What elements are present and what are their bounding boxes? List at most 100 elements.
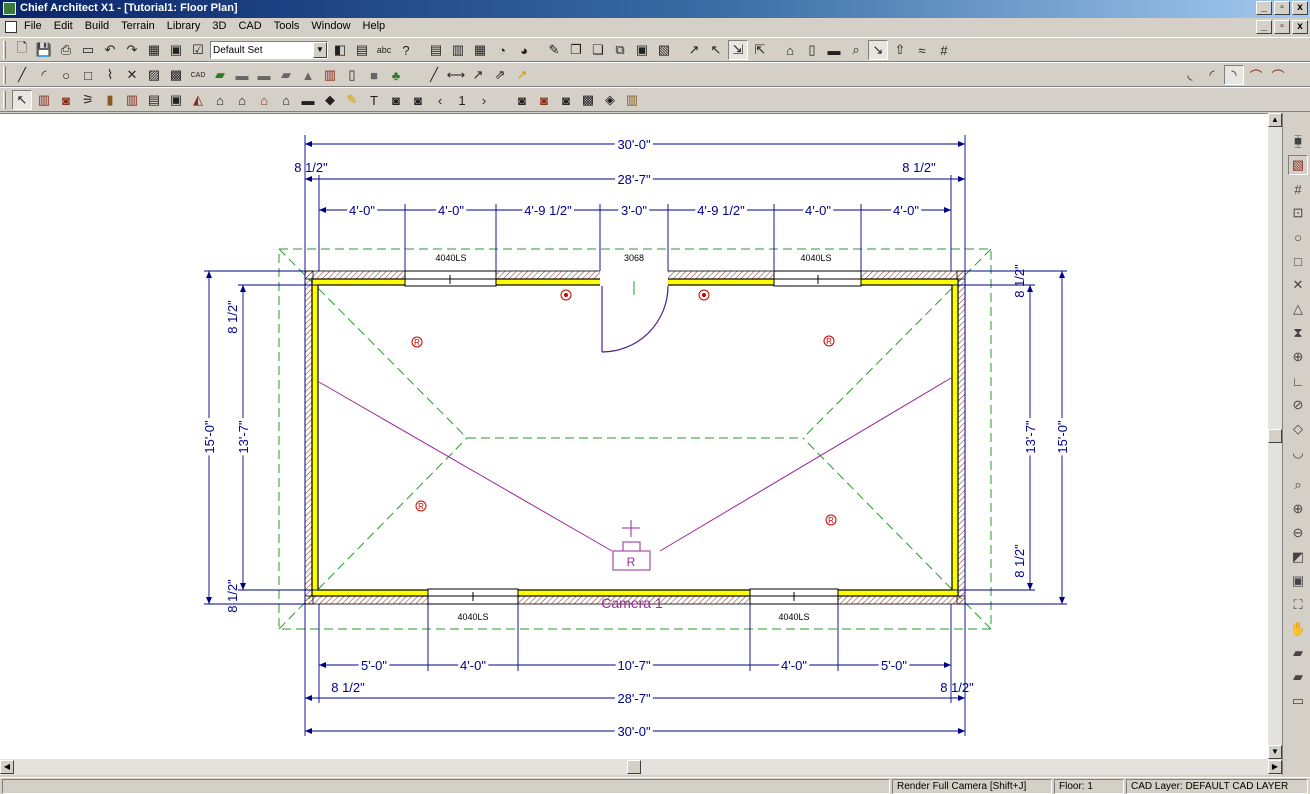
stairs-icon[interactable]: ⚞ bbox=[78, 90, 98, 110]
column-icon[interactable]: ▯ bbox=[342, 65, 362, 85]
fence-icon[interactable]: ▥ bbox=[320, 65, 340, 85]
undo-icon[interactable]: ↶ bbox=[100, 40, 120, 60]
page-view-icon[interactable]: ▭ bbox=[1288, 691, 1308, 711]
window-label-top-right[interactable]: 4040LS bbox=[800, 253, 831, 263]
replace-icon[interactable]: ▧ bbox=[654, 40, 674, 60]
camera-color-icon[interactable]: ◙ bbox=[534, 90, 554, 110]
layer-display-icon[interactable]: ▣ bbox=[166, 40, 186, 60]
circle-icon[interactable]: ○ bbox=[56, 65, 76, 85]
bucket-icon[interactable]: ◡ bbox=[1288, 443, 1308, 463]
hatch-icon[interactable]: ▧ bbox=[1288, 155, 1308, 175]
scroll-down-icon[interactable]: ▼ bbox=[1268, 745, 1282, 759]
window-icon[interactable]: ▥ bbox=[122, 90, 142, 110]
curb-icon[interactable]: ▬ bbox=[254, 65, 274, 85]
copy-icon[interactable]: ❐ bbox=[566, 40, 586, 60]
horizontal-scroll-thumb[interactable] bbox=[627, 760, 641, 774]
electrical-outlets[interactable] bbox=[411, 289, 837, 526]
arrow-double-icon[interactable]: ⇗ bbox=[490, 65, 510, 85]
roof-icon[interactable]: ⌂ bbox=[210, 90, 230, 110]
delete-x-icon[interactable]: ✕ bbox=[122, 65, 142, 85]
page-icon[interactable]: ▯ bbox=[802, 40, 822, 60]
wall-icon[interactable]: ▥ bbox=[34, 90, 54, 110]
fill-icon[interactable]: ▨ bbox=[144, 65, 164, 85]
hourglass-icon[interactable]: ⧗ bbox=[1288, 323, 1308, 343]
materials-icon[interactable]: ▤ bbox=[352, 40, 372, 60]
circle-snap-icon[interactable]: ○ bbox=[1288, 227, 1308, 247]
arc-three-icon[interactable]: ◝ bbox=[1224, 65, 1244, 85]
close-button[interactable]: x bbox=[1292, 1, 1308, 15]
menu-library[interactable]: Library bbox=[167, 20, 201, 32]
document-icon[interactable] bbox=[5, 21, 17, 33]
house-icon[interactable]: ⌂ bbox=[780, 40, 800, 60]
menu-help[interactable]: Help bbox=[363, 20, 386, 32]
slab-tool-icon[interactable]: ▬ bbox=[298, 90, 318, 110]
porch-icon[interactable]: ⌂ bbox=[254, 90, 274, 110]
plan-check-icon[interactable]: ◔ bbox=[492, 40, 512, 60]
line-tool-icon[interactable]: ╱ bbox=[424, 65, 444, 85]
cad-icon[interactable]: CAD bbox=[188, 65, 208, 85]
vertical-scroll-thumb[interactable] bbox=[1268, 429, 1282, 443]
save-icon[interactable]: 💾 bbox=[34, 40, 54, 60]
redo-icon[interactable]: ↷ bbox=[122, 40, 142, 60]
split-icon[interactable]: ⧯ bbox=[1288, 131, 1308, 151]
doc-minimize-button[interactable]: _ bbox=[1256, 20, 1272, 34]
fixture-icon[interactable]: ▣ bbox=[166, 90, 186, 110]
camera-label[interactable]: Camera 1 bbox=[601, 595, 663, 611]
grid-icon[interactable]: # bbox=[934, 40, 954, 60]
layer-icon[interactable]: ▦ bbox=[144, 40, 164, 60]
horizontal-scrollbar[interactable]: ◀ ▶ bbox=[0, 759, 1282, 775]
square-snap-icon[interactable]: □ bbox=[1288, 251, 1308, 271]
edit-object-icon[interactable]: ✎ bbox=[544, 40, 564, 60]
materials-list-icon[interactable]: ▥ bbox=[448, 40, 468, 60]
triangle-snap-icon[interactable]: △ bbox=[1288, 299, 1308, 319]
minimize-button[interactable]: _ bbox=[1256, 1, 1272, 15]
point-icon[interactable]: ⊡ bbox=[1288, 203, 1308, 223]
zoom-icon[interactable]: ⌕ bbox=[1288, 475, 1308, 495]
block-icon[interactable]: ■ bbox=[364, 65, 384, 85]
image-icon[interactable]: ▩ bbox=[166, 65, 186, 85]
pan-icon[interactable]: ✋ bbox=[1288, 619, 1308, 639]
polyline-icon[interactable]: ⌇ bbox=[100, 65, 120, 85]
arc-icon[interactable]: ◜ bbox=[34, 65, 54, 85]
x-snap-icon[interactable]: ✕ bbox=[1288, 275, 1308, 295]
camera-render-icon[interactable]: ◙ bbox=[556, 90, 576, 110]
framing-icon[interactable]: ◭ bbox=[188, 90, 208, 110]
select-edit-icon[interactable]: ⇲ bbox=[728, 40, 748, 60]
cabinet-icon[interactable]: ◙ bbox=[56, 90, 76, 110]
text-icon[interactable]: T bbox=[364, 90, 384, 110]
camera-marker[interactable]: R bbox=[627, 555, 636, 569]
dimension-icon[interactable]: ⟷ bbox=[446, 65, 466, 85]
fit-icon[interactable]: ⛶ bbox=[1288, 595, 1308, 615]
door-label[interactable]: 3068 bbox=[624, 253, 644, 263]
camera-two-icon[interactable]: ◙ bbox=[408, 90, 428, 110]
arrow-icon[interactable]: ↗ bbox=[468, 65, 488, 85]
edit-layer-icon[interactable]: ◧ bbox=[330, 40, 350, 60]
angle-snap-icon[interactable]: ∟ bbox=[1288, 371, 1308, 391]
terrain-icon[interactable]: ▰ bbox=[210, 65, 230, 85]
menu-terrain[interactable]: Terrain bbox=[121, 20, 155, 32]
swirl-icon[interactable]: ≈ bbox=[912, 40, 932, 60]
hill-icon[interactable]: ▲ bbox=[298, 65, 318, 85]
wireframe-icon[interactable]: ◈ bbox=[600, 90, 620, 110]
cross-snap-icon[interactable]: ⊕ bbox=[1288, 347, 1308, 367]
camera-icon[interactable]: ◙ bbox=[386, 90, 406, 110]
up-arrow-icon[interactable]: ⇧ bbox=[890, 40, 910, 60]
window-label-top-left[interactable]: 4040LS bbox=[435, 253, 466, 263]
restore-button[interactable]: ▫ bbox=[1274, 1, 1290, 15]
roof-dormer-icon[interactable]: ⌂ bbox=[232, 90, 252, 110]
transform-icon[interactable]: ▣ bbox=[632, 40, 652, 60]
arc-point-icon[interactable]: ◟ bbox=[1180, 65, 1200, 85]
corner-edit-icon[interactable]: ⇱ bbox=[750, 40, 770, 60]
arc-edit-icon[interactable]: ↗ bbox=[684, 40, 704, 60]
line-icon[interactable]: ╱ bbox=[12, 65, 32, 85]
multi-copy-icon[interactable]: ⧉ bbox=[610, 40, 630, 60]
door[interactable] bbox=[601, 285, 669, 353]
floor-down-icon[interactable]: ▰ bbox=[1288, 667, 1308, 687]
new-file-icon[interactable]: 🗋 bbox=[12, 40, 32, 60]
doc-restore-button[interactable]: ▫ bbox=[1274, 20, 1290, 34]
print-icon[interactable]: ⎙ bbox=[56, 40, 76, 60]
diamond-icon[interactable]: ◇ bbox=[1288, 419, 1308, 439]
road-icon[interactable]: ▰ bbox=[276, 65, 296, 85]
floor-number[interactable]: 1 bbox=[452, 90, 472, 110]
find-icon[interactable]: ⌕ bbox=[846, 40, 866, 60]
